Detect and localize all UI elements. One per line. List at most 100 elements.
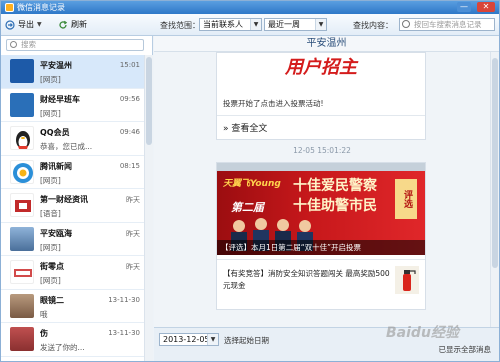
window-title: 微信消息记录	[17, 3, 65, 12]
list-item[interactable]: QQ会员 恭喜，您已成... 09:46	[1, 122, 144, 156]
time-period-select[interactable]: 最近一周 ▼	[264, 18, 327, 31]
contact-name: 财经早班车	[40, 94, 80, 104]
street-logo-icon	[14, 269, 32, 277]
message-time: 昨天	[126, 196, 140, 204]
finance-logo-icon	[15, 200, 31, 212]
news-text: 【有奖竞答】消防安全知识答题闯关 最高奖励500元现金	[223, 269, 390, 290]
message-time: 09:56	[119, 94, 140, 103]
message-preview: [语音]	[40, 209, 61, 218]
chevron-down-icon: ▼	[250, 19, 261, 30]
refresh-label: 刷新	[71, 20, 87, 29]
list-item[interactable]: 财经早班车 [网页] 09:56	[1, 89, 144, 122]
message-history-window: 微信消息记录 — ✕ 导出 ▼ 刷新 查找范围： 当前联系人 ▼ 最近一周 ▼ …	[0, 0, 500, 362]
chat-scrollbar[interactable]	[490, 52, 499, 327]
message-preview: 哦	[40, 309, 48, 319]
avatar	[10, 260, 34, 284]
list-item[interactable]: 第一财经资讯 [语音] 昨天	[1, 189, 144, 223]
contact-name: 第一财经资讯	[40, 195, 88, 204]
export-label: 导出	[18, 20, 34, 29]
avatar	[10, 159, 34, 184]
date-value: 2013-12-05	[163, 335, 210, 344]
message-preview: [网页]	[40, 108, 61, 118]
message-time: 昨天	[126, 263, 140, 271]
chevron-down-icon: ▼	[207, 334, 218, 345]
banner-caption: 【评选】本月1日第二届“双十佳”开启投票	[217, 240, 425, 255]
article-desc: 投票开始了点击进入投票活动!	[223, 99, 324, 108]
contact-name: 平安温州	[40, 61, 72, 70]
divider	[217, 115, 425, 116]
news-logo-icon	[13, 162, 33, 183]
message-preview: 恭喜，您已成...	[40, 142, 93, 151]
close-button[interactable]: ✕	[477, 2, 495, 12]
toolbar: 导出 ▼ 刷新 查找范围： 当前联系人 ▼ 最近一周 ▼ 查找内容： 按回车搜索…	[1, 14, 499, 36]
list-item[interactable]: 平安瓯海 [网页] 昨天	[1, 223, 144, 256]
contact-name: 腾讯新闻	[40, 161, 72, 171]
export-button[interactable]: 导出 ▼	[5, 18, 42, 32]
message-time: 13-11-30	[108, 329, 140, 337]
message-time: 13-11-30	[108, 295, 140, 304]
article-card-1[interactable]: 用户招主 投票开始了点击进入投票活动! » 查看全文	[216, 52, 426, 140]
avatar	[10, 193, 34, 217]
list-item[interactable]: 腾讯新闻 [网页] 08:15	[1, 156, 144, 189]
find-placeholder: 按回车搜索消息记录	[414, 20, 482, 29]
date-hint: 选择起始日期	[224, 336, 269, 345]
caption-text: 【评选】本月1日第二届“双十佳”开启投票	[221, 243, 362, 252]
minimize-button[interactable]: —	[457, 2, 471, 12]
message-time: 15:01	[119, 61, 140, 69]
time-period-value: 最近一周	[268, 20, 300, 29]
range-label: 查找范围：	[160, 21, 200, 30]
contact-name: QQ会员	[40, 128, 70, 137]
chat-panel: 平安温州 用户招主 投票开始了点击进入投票活动! » 查看全文 12-05 15…	[154, 36, 499, 327]
list-item[interactable]: 伤 发送了你的... 13-11-30	[1, 323, 144, 357]
article-card-2[interactable]: 天翼飞Young 第二届 十佳爱民警察 十佳助警市民 评选 【评选】本月1日第二…	[216, 162, 426, 310]
news-row[interactable]: 【有奖竞答】消防安全知识答题闯关 最高奖励500元现金	[217, 259, 425, 301]
contact-name: 伤	[40, 329, 48, 338]
export-icon	[5, 20, 15, 30]
avatar	[10, 226, 34, 251]
refresh-icon	[59, 20, 68, 29]
read-more-link[interactable]: » 查看全文	[223, 121, 267, 134]
banner-slogan-1: 十佳爱民警察	[293, 178, 377, 194]
message-time: 昨天	[126, 229, 140, 238]
bottom-bar: 2013-12-05 ▼ 选择起始日期 Baidu经验 已显示全部消息	[154, 325, 499, 361]
penguin-icon	[16, 131, 30, 149]
contact-scope-select[interactable]: 当前联系人 ▼	[199, 18, 262, 31]
message-preview: [网页]	[40, 242, 61, 252]
date-picker[interactable]: 2013-12-05 ▼	[159, 333, 219, 346]
banner-brand: 天翼飞Young	[223, 179, 281, 189]
message-preview: [网页]	[40, 75, 61, 84]
avatar	[10, 126, 34, 150]
conversation-list: 平安温州 [网页] 15:01 财经早班车 [网页] 09:56 QQ会员 恭喜…	[1, 55, 144, 361]
message-time: 09:46	[119, 128, 140, 136]
contact-name: 街零点	[40, 262, 64, 271]
message-time: 08:15	[119, 161, 140, 170]
conversation-scrollbar[interactable]	[144, 55, 153, 361]
message-preview: 发送了你的...	[40, 343, 85, 352]
banner-text: 用户招主	[285, 57, 357, 78]
article-banner: 用户招主	[217, 53, 425, 89]
conversation-search-input[interactable]: 搜索	[6, 39, 144, 51]
scrollbar-thumb[interactable]	[492, 58, 498, 268]
scrollbar-thumb[interactable]	[146, 57, 152, 145]
avatar	[10, 92, 34, 117]
find-content-input[interactable]: 按回车搜索消息记录	[399, 18, 495, 31]
article-banner	[217, 163, 425, 171]
avatar	[10, 293, 34, 318]
search-icon	[10, 41, 17, 48]
banner-slogan-2: 十佳助警市民	[293, 198, 377, 214]
chevron-down-icon: ▼	[315, 19, 326, 30]
find-label: 查找内容：	[353, 21, 393, 30]
avatar	[10, 327, 34, 351]
message-preview: [网页]	[40, 175, 61, 185]
message-timestamp: 12-05 15:01:22	[293, 146, 351, 155]
list-item[interactable]: 平安温州 [网页] 15:01	[1, 55, 144, 89]
contact-name: 平安瓯海	[40, 228, 72, 238]
contact-name: 眼镜二	[40, 295, 64, 305]
avatar	[10, 59, 34, 83]
list-item[interactable]: 街零点 [网页] 昨天	[1, 256, 144, 290]
refresh-button[interactable]: 刷新	[58, 18, 87, 32]
fire-extinguisher-icon	[395, 266, 419, 294]
status-text: 已显示全部消息	[438, 345, 492, 354]
search-icon	[402, 20, 410, 28]
list-item[interactable]: 眼镜二 哦 13-11-30	[1, 290, 144, 323]
